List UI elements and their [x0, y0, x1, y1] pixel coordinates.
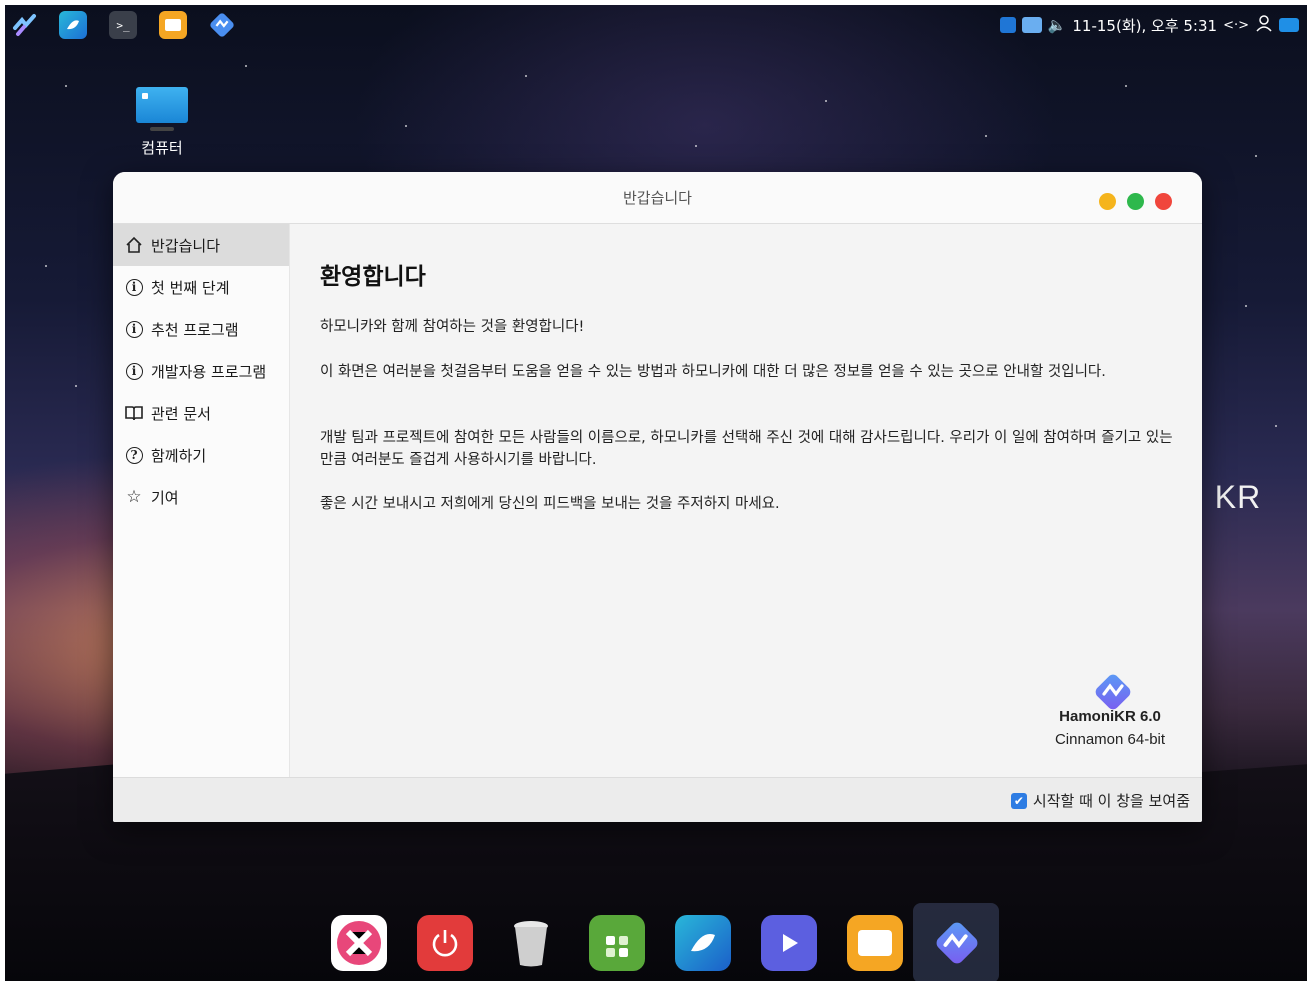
sidebar-item-recommended[interactable]: i 추천 프로그램 [113, 308, 289, 350]
show-at-startup-option[interactable]: ✔ 시작할 때 이 창을 보여줌 [1010, 790, 1190, 811]
maximize-button[interactable] [1127, 193, 1144, 210]
hamonikr-menu-icon[interactable] [11, 11, 39, 39]
hamonikr-community-icon[interactable] [331, 915, 387, 971]
show-at-startup-label: 시작할 때 이 창을 보여줌 [1032, 792, 1190, 810]
star [405, 125, 407, 127]
sidebar-item-label: 관련 문서 [151, 404, 211, 423]
sidebar-item-developer[interactable]: i 개발자용 프로그램 [113, 350, 289, 392]
mail-app-icon[interactable] [59, 11, 87, 39]
network-icon[interactable]: <·> [1223, 18, 1249, 33]
info-icon: i [123, 318, 145, 340]
terminal-icon[interactable]: >_ [109, 11, 137, 39]
minimize-button[interactable] [1099, 193, 1116, 210]
sidebar: 반갑습니다 i 첫 번째 단계 i 추천 프로그램 i 개발자용 프로그램 관련… [113, 224, 290, 777]
monitor-stand [150, 127, 174, 131]
files-icon[interactable] [847, 915, 903, 971]
page-title: 환영합니다 [320, 264, 426, 290]
info-icon: i [123, 276, 145, 298]
hamonikr-welcome-icon[interactable] [208, 11, 236, 39]
home-icon [123, 234, 145, 256]
thanks-paragraph: 개발 팀과 프로젝트에 참여한 모든 사람들의 이름으로, 하모니카를 선택해 … [320, 430, 1173, 468]
window-titlebar[interactable]: 반갑습니다 [113, 172, 1202, 224]
mail-app-icon[interactable] [675, 915, 731, 971]
star [75, 385, 77, 387]
brand-edition: Cinnamon 64-bit [1054, 731, 1166, 748]
star [45, 265, 47, 267]
computer-label: 컴퓨터 [141, 139, 183, 157]
book-icon [123, 402, 145, 424]
star [1245, 305, 1247, 307]
feedback-paragraph: 좋은 시간 보내시고 저희에게 당신의 피드백을 보내는 것을 주저하지 마세요… [320, 496, 780, 512]
sidebar-item-documentation[interactable]: 관련 문서 [113, 392, 289, 434]
star [1125, 85, 1127, 87]
sidebar-item-label: 반갑습니다 [151, 236, 221, 255]
wallpaper-text: I KR [1195, 479, 1262, 515]
show-desktop-icon[interactable] [1279, 18, 1299, 32]
window-title: 반갑습니다 [622, 189, 692, 207]
help-icon: ? [123, 444, 145, 466]
intro-paragraph: 하모니카와 함께 참여하는 것을 환영합니다! [320, 319, 585, 335]
brand-name: HamoniKR 6.0 [1059, 708, 1161, 725]
content-panel: 환영합니다 하모니카와 함께 참여하는 것을 환영합니다! 이 화면은 여러분을… [290, 224, 1202, 777]
update-icon[interactable] [999, 17, 1016, 33]
star [1255, 155, 1257, 157]
user-icon[interactable] [1255, 14, 1273, 36]
desktop: I KR >_ 🔈 11-15(화), 오후 5:31 <·> 컴퓨터 반갑습니… [5, 5, 1307, 981]
star [695, 145, 697, 147]
volume-icon[interactable]: 🔈 [1048, 16, 1067, 34]
computer-desktop-icon[interactable]: 컴퓨터 [127, 87, 197, 158]
welcome-window: 반갑습니다 반갑습니다 i 첫 번째 단계 i 추천 프로그램 i 개발자용 프… [113, 172, 1202, 822]
sidebar-item-first-steps[interactable]: i 첫 번째 단계 [113, 266, 289, 308]
star [985, 135, 987, 137]
star [525, 75, 527, 77]
clock[interactable]: 11-15(화), 오후 5:31 [1072, 15, 1217, 36]
monitor-icon [136, 87, 188, 123]
system-tray: 🔈 11-15(화), 오후 5:31 <·> [999, 5, 1299, 45]
sidebar-item-label: 기여 [151, 488, 179, 507]
window-footer: ✔ 시작할 때 이 창을 보여줌 [113, 777, 1202, 822]
keyboard-input-icon[interactable] [1021, 17, 1042, 33]
software-manager-icon[interactable] [589, 915, 645, 971]
sidebar-item-welcome[interactable]: 반갑습니다 [113, 224, 289, 266]
media-player-icon[interactable] [761, 915, 817, 971]
close-button[interactable] [1155, 193, 1172, 210]
power-icon[interactable] [417, 915, 473, 971]
info-icon: i [123, 360, 145, 382]
star [1275, 425, 1277, 427]
sidebar-item-together[interactable]: ? 함께하기 [113, 434, 289, 476]
hamonikr-welcome-icon[interactable] [929, 915, 985, 971]
top-panel: >_ 🔈 11-15(화), 오후 5:31 <·> [5, 5, 1307, 45]
star [245, 65, 247, 67]
sidebar-item-label: 함께하기 [151, 446, 207, 465]
guide-paragraph: 이 화면은 여러분을 첫걸음부터 도움을 얻을 수 있는 방법과 하모니카에 대… [320, 364, 1106, 380]
trash-icon[interactable] [503, 915, 559, 971]
star-icon: ☆ [126, 487, 142, 507]
star [825, 100, 827, 102]
files-icon[interactable] [159, 11, 187, 39]
show-at-startup-checkbox[interactable]: ✔ [1010, 792, 1027, 809]
sidebar-item-label: 첫 번째 단계 [151, 278, 230, 297]
sidebar-item-label: 개발자용 프로그램 [151, 362, 267, 381]
star [65, 85, 67, 87]
sidebar-item-contribute[interactable]: ☆ 기여 [113, 476, 289, 518]
sidebar-item-label: 추천 프로그램 [151, 320, 239, 339]
dock [325, 903, 1005, 981]
